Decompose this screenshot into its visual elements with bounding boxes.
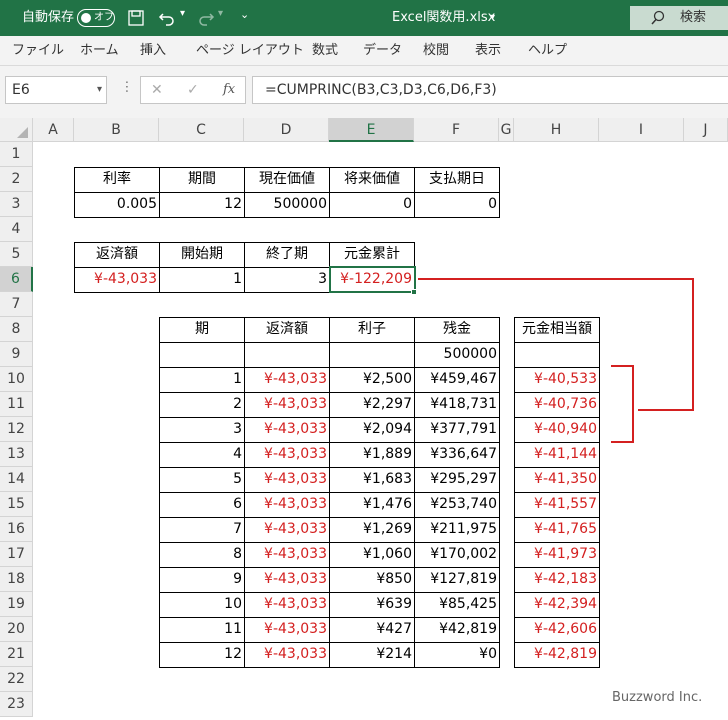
- document-title[interactable]: Excel関数用.xlsx: [392, 0, 495, 36]
- tab-review[interactable]: 校閲: [423, 36, 449, 66]
- watermark: Buzzword Inc.: [612, 690, 703, 705]
- tab-insert[interactable]: 挿入: [140, 36, 166, 66]
- insert-function-icon[interactable]: fx: [223, 77, 235, 103]
- tab-formulas[interactable]: 数式: [312, 36, 338, 66]
- title-bar: 自動保存 オフ ▾ ▾ ⌄ Excel関数用.xlsx ▾ 検索: [0, 0, 728, 36]
- redo-dropdown-icon[interactable]: ▾: [218, 8, 223, 19]
- tab-page-layout[interactable]: ページ レイアウト: [196, 36, 304, 66]
- title-dropdown-icon[interactable]: ▾: [490, 0, 495, 36]
- chevron-down-icon[interactable]: ▾: [97, 77, 102, 103]
- worksheet-grid[interactable]: ABCDEFGHIJ 1 2 3 4 5 6 7 8 9 10 11 12 13 14 15 16 17 18 19…: [0, 118, 728, 720]
- annotation-arrow: [418, 278, 694, 443]
- save-icon[interactable]: [128, 10, 144, 30]
- search-label: 検索: [680, 10, 707, 25]
- formula-bar-grip-icon[interactable]: ···: [118, 80, 134, 93]
- name-box[interactable]: E6 ▾: [5, 76, 107, 104]
- search-icon: [650, 10, 666, 30]
- tab-file[interactable]: ファイル: [12, 36, 64, 66]
- tab-home[interactable]: ホーム: [80, 36, 119, 66]
- ribbon-tabs: ファイル ホーム 挿入 ページ レイアウト 数式 データ 校閲 表示 ヘルプ: [0, 36, 728, 66]
- tab-view[interactable]: 表示: [475, 36, 501, 66]
- toggle-knob: [81, 13, 91, 23]
- undo-dropdown-icon[interactable]: ▾: [180, 8, 185, 19]
- autosave-toggle[interactable]: オフ: [77, 9, 115, 27]
- cancel-icon[interactable]: ✕: [151, 77, 163, 103]
- tab-data[interactable]: データ: [363, 36, 402, 66]
- name-box-value: E6: [12, 82, 30, 98]
- redo-icon[interactable]: [197, 10, 215, 30]
- search-box[interactable]: 検索: [630, 6, 728, 30]
- annotation-connector-line: [418, 278, 694, 411]
- formula-bar: E6 ▾ ··· ✕ ✓ fx =CUMPRINC(B3,C3,D3,C6,D6…: [0, 66, 728, 118]
- toggle-label: オフ: [94, 12, 114, 23]
- autosave-label: 自動保存: [22, 10, 75, 25]
- formula-buttons: ✕ ✓ fx: [140, 76, 246, 104]
- customize-toolbar-icon[interactable]: ⌄: [240, 8, 249, 21]
- tab-help[interactable]: ヘルプ: [528, 36, 567, 66]
- formula-input[interactable]: =CUMPRINC(B3,C3,D3,C6,D6,F3): [252, 76, 728, 104]
- undo-icon[interactable]: [158, 10, 176, 30]
- enter-icon[interactable]: ✓: [187, 77, 199, 103]
- annotation-bracket: [611, 365, 634, 443]
